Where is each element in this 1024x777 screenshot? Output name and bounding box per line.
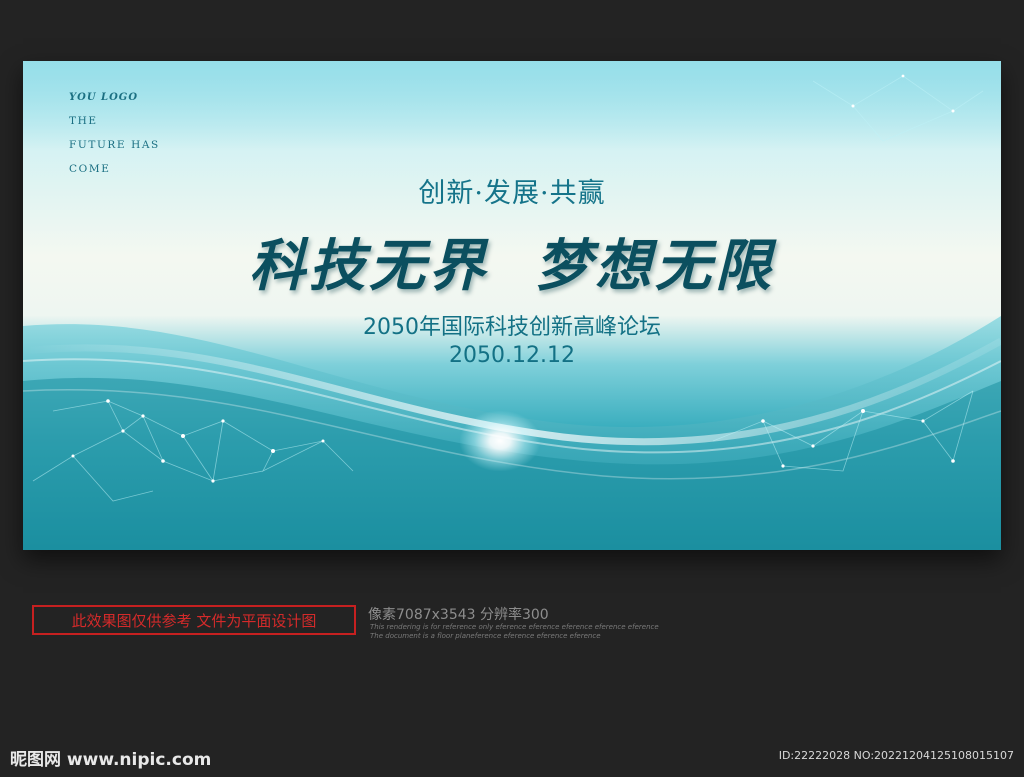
banner-poster: YOU LOGO THE FUTURE HAS COME 创新·发展·共赢 科技… [23, 61, 1001, 550]
slogan-line-2: FUTURE HAS [69, 139, 160, 151]
pixel-info: 像素7087x3543 分辨率300 [368, 607, 549, 623]
wave-background [23, 61, 1001, 550]
headline-left: 科技无界 [249, 234, 489, 299]
light-flare [460, 411, 540, 471]
fine-print-1: This rendering is for reference only efe… [370, 623, 659, 631]
logo-text: YOU LOGO [69, 92, 139, 103]
event-date: 2050.12.12 [449, 343, 575, 368]
logo-block: YOU LOGO THE FUTURE HAS COME [69, 92, 160, 175]
image-id: ID:22222028 NO:20221204125108015107 [778, 749, 1014, 762]
slogan-line-1: THE [69, 115, 98, 127]
disclaimer-box: 此效果图仅供参考 文件为平面设计图 [32, 605, 356, 635]
subtitle: 创新·发展·共赢 [418, 178, 606, 209]
disclaimer-text: 此效果图仅供参考 文件为平面设计图 [71, 611, 317, 630]
site-watermark: 昵图网 www.nipic.com [10, 750, 212, 770]
headline: 科技无界 梦想无限 [23, 221, 1001, 302]
fine-print-2: The document is a floor planeference efe… [370, 632, 601, 640]
forum-title: 2050年国际科技创新高峰论坛 [363, 315, 661, 340]
headline-right: 梦想无限 [535, 234, 775, 299]
